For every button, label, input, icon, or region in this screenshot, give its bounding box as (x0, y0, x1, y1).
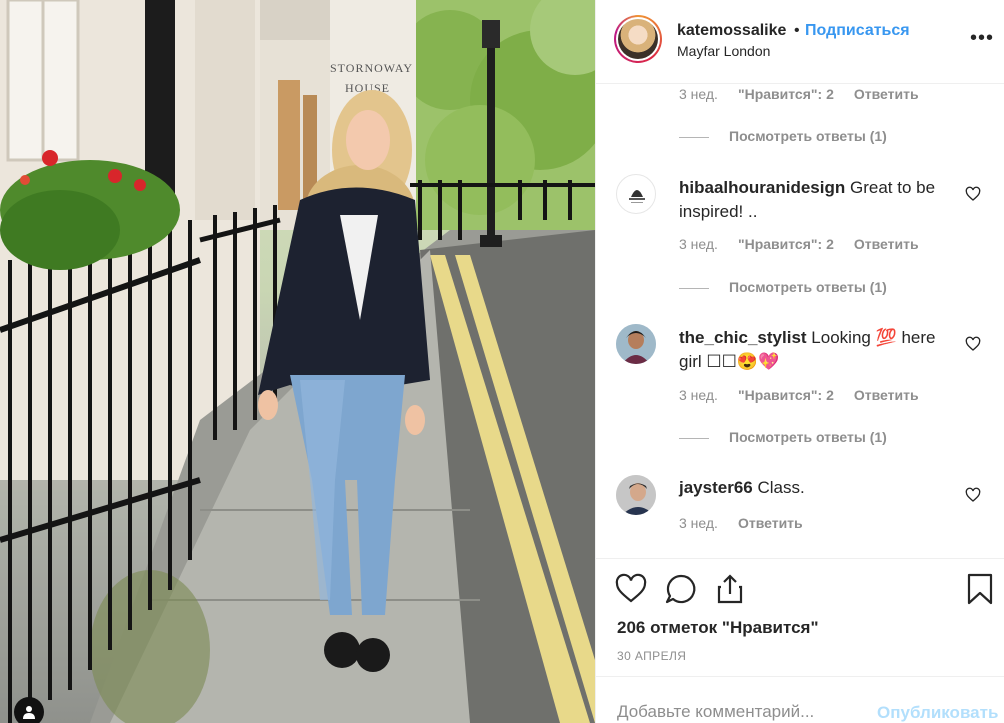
comment-likes[interactable]: "Нравится": 2 (738, 236, 834, 252)
commenter-username[interactable]: hibaalhouranidesign (679, 178, 845, 197)
comment-age: 3 нед. (679, 515, 718, 531)
comment-body: jayster66 Class. (679, 476, 949, 500)
tagged-user-icon[interactable] (14, 697, 44, 723)
view-replies-label: Посмотреть ответы (1) (729, 279, 887, 295)
stylist-photo-icon (616, 324, 656, 364)
reply-button[interactable]: Ответить (854, 86, 919, 102)
comment-like-heart-icon[interactable] (965, 186, 981, 202)
publish-button[interactable]: Опубликовать (877, 703, 998, 723)
comment-age: 3 нед. (679, 86, 718, 102)
comment-meta: 3 нед. Ответить (679, 515, 823, 531)
comment-age: 3 нед. (679, 387, 718, 403)
replies-divider (679, 136, 709, 138)
comment-likes[interactable]: "Нравится": 2 (738, 86, 834, 102)
comment-meta: 3 нед. "Нравится": 2 Ответить (679, 86, 939, 102)
commenter-avatar[interactable] (616, 475, 656, 515)
comment-input[interactable] (617, 702, 867, 722)
header-separator: • (794, 22, 800, 39)
reply-button[interactable]: Ответить (854, 387, 919, 403)
comment-body: hibaalhouranidesign Great to be inspired… (679, 176, 949, 224)
comment-likes[interactable]: "Нравится": 2 (738, 387, 834, 403)
comment-like-heart-icon[interactable] (965, 336, 981, 352)
post-location[interactable]: Mayfar London (677, 43, 770, 59)
author-username[interactable]: katemossalike (677, 22, 786, 40)
design-logo-icon (629, 190, 645, 203)
comment-bubble-icon[interactable] (664, 572, 698, 606)
post-header: katemossalike • Подписаться Mayfar Londo… (596, 0, 1004, 84)
like-heart-icon[interactable] (614, 572, 648, 606)
post-actions: 206 отметок "Нравится" 30 АПРЕЛЯ Опублик… (596, 558, 1004, 723)
person-icon (23, 706, 35, 719)
comment-meta: 3 нед. "Нравится": 2 Ответить (679, 236, 939, 252)
view-replies-label: Посмотреть ответы (1) (729, 128, 887, 144)
comment-age: 3 нед. (679, 236, 718, 252)
post-side-panel: katemossalike • Подписаться Mayfar Londo… (595, 0, 1004, 723)
author-avatar[interactable] (614, 15, 662, 63)
comment-body: the_chic_stylist Looking 💯 here girl ☐☐😍… (679, 326, 949, 374)
replies-divider (679, 437, 709, 439)
view-replies-button[interactable]: Посмотреть ответы (1) (679, 279, 887, 295)
share-icon[interactable] (713, 572, 747, 606)
photo-sign-text: STORNOWAY (330, 61, 413, 75)
reply-button[interactable]: Ответить (854, 236, 919, 252)
add-comment-row: Опубликовать (596, 676, 1004, 723)
comment-meta: 3 нед. "Нравится": 2 Ответить (679, 387, 939, 403)
man-photo-icon (616, 475, 656, 515)
view-replies-button[interactable]: Посмотреть ответы (1) (679, 429, 887, 445)
bookmark-icon[interactable] (963, 572, 997, 606)
post-photo[interactable]: STORNOWAY HOUSE (0, 0, 595, 723)
commenter-avatar[interactable] (616, 324, 656, 364)
follow-button[interactable]: Подписаться (805, 22, 910, 40)
post-date[interactable]: 30 АПРЕЛЯ (617, 649, 686, 663)
commenter-avatar[interactable] (616, 174, 656, 214)
likes-count[interactable]: 206 отметок "Нравится" (617, 618, 819, 638)
comment-text: Class. (757, 478, 805, 497)
view-replies-label: Посмотреть ответы (1) (729, 429, 887, 445)
comments-list[interactable]: 3 нед. "Нравится": 2 Ответить Посмотреть о… (596, 84, 1004, 558)
post-photo-illustration: STORNOWAY HOUSE (0, 0, 595, 723)
comment-like-heart-icon[interactable] (965, 487, 981, 503)
commenter-username[interactable]: jayster66 (679, 478, 753, 497)
reply-button[interactable]: Ответить (738, 515, 803, 531)
view-replies-button[interactable]: Посмотреть ответы (1) (679, 128, 887, 144)
commenter-username[interactable]: the_chic_stylist (679, 328, 807, 347)
more-options-icon[interactable]: ••• (970, 27, 994, 50)
replies-divider (679, 287, 709, 289)
